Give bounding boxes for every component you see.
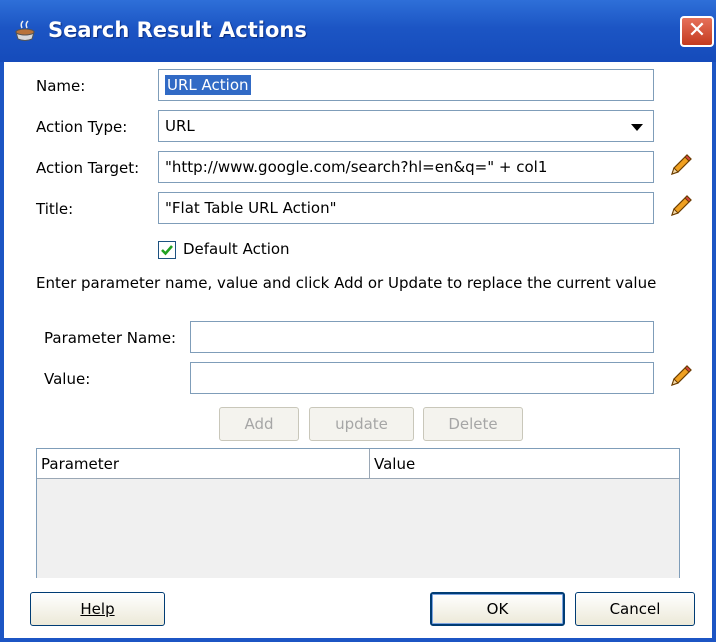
close-button[interactable]: ✕ <box>680 16 714 47</box>
action-type-select[interactable]: URL <box>158 110 654 142</box>
pencil-icon[interactable] <box>666 192 694 220</box>
close-icon: ✕ <box>687 18 707 43</box>
title-label: Title: <box>36 200 74 218</box>
value-field[interactable] <box>190 362 654 394</box>
help-button-label: Help <box>80 600 115 618</box>
add-button[interactable]: Add <box>219 407 299 441</box>
parameter-table[interactable]: Parameter Value <box>36 448 680 578</box>
default-action-label: Default Action <box>183 240 290 258</box>
pencil-icon[interactable] <box>666 151 694 179</box>
chevron-down-icon[interactable] <box>631 124 643 131</box>
action-type-label: Action Type: <box>36 118 128 136</box>
window-frame-left <box>0 62 4 642</box>
pencil-icon[interactable] <box>666 362 694 390</box>
action-target-field[interactable]: "http://www.google.com/search?hl=en&q=" … <box>158 151 654 183</box>
ok-button[interactable]: OK <box>430 592 565 626</box>
update-button[interactable]: update <box>309 407 414 441</box>
name-field-value: URL Action <box>165 75 251 95</box>
column-header-value[interactable]: Value <box>370 449 679 479</box>
default-action-checkbox[interactable] <box>158 241 176 259</box>
title-bar[interactable]: Search Result Actions ✕ <box>0 0 716 62</box>
name-label: Name: <box>36 77 86 95</box>
coffee-cup-icon <box>15 20 35 41</box>
help-button[interactable]: Help <box>30 592 165 626</box>
dialog-window: Search Result Actions ✕ Name: URL Action… <box>0 0 716 642</box>
window-frame-right <box>712 62 716 642</box>
dialog-title: Search Result Actions <box>48 18 307 42</box>
title-field-value: "Flat Table URL Action" <box>165 199 337 217</box>
parameter-name-label: Parameter Name: <box>44 329 177 347</box>
delete-button[interactable]: Delete <box>423 407 523 441</box>
name-field[interactable]: URL Action <box>158 69 654 101</box>
title-field[interactable]: "Flat Table URL Action" <box>158 192 654 224</box>
checkmark-icon <box>161 245 173 256</box>
action-target-value: "http://www.google.com/search?hl=en&q=" … <box>165 158 548 176</box>
cancel-button[interactable]: Cancel <box>575 592 695 626</box>
parameter-name-field[interactable] <box>190 321 654 353</box>
action-type-value: URL <box>165 117 195 135</box>
column-header-parameter[interactable]: Parameter <box>37 449 370 479</box>
value-label: Value: <box>44 370 91 388</box>
action-target-label: Action Target: <box>36 159 140 177</box>
window-frame-bottom <box>0 638 716 642</box>
instruction-text: Enter parameter name, value and click Ad… <box>36 274 657 292</box>
